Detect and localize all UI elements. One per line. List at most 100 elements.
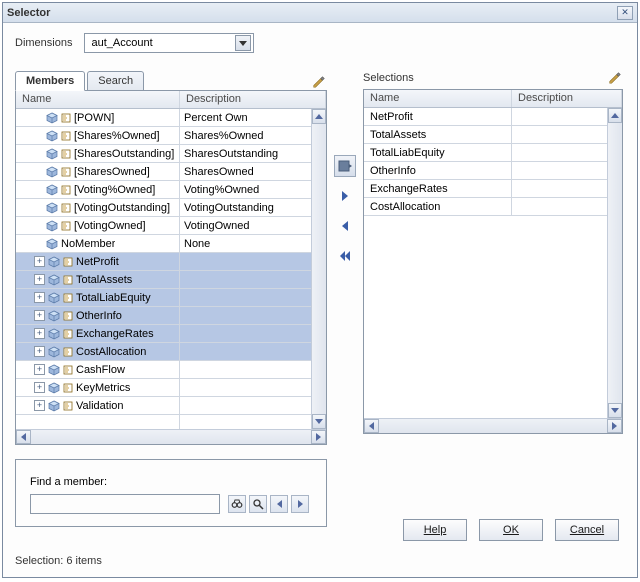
table-row[interactable]: [VotingOwned]VotingOwned <box>16 217 326 235</box>
help-button[interactable]: Help <box>403 519 467 541</box>
dimensions-select[interactable]: aut_Account <box>84 33 254 53</box>
member-name-text: ExchangeRates <box>76 328 154 340</box>
member-note-icon <box>61 221 71 231</box>
scroll-down-button[interactable] <box>608 403 622 418</box>
expand-icon[interactable]: + <box>34 292 45 303</box>
table-row[interactable]: CostAllocation <box>364 198 622 216</box>
member-desc-cell: SharesOwned <box>180 163 326 180</box>
table-row[interactable]: NetProfit <box>364 108 622 126</box>
selections-header-name[interactable]: Name <box>364 90 512 107</box>
member-cube-icon <box>46 202 58 214</box>
dimensions-dropdown-button[interactable] <box>235 35 251 51</box>
titlebar-title: Selector <box>7 7 617 19</box>
members-header-desc[interactable]: Description <box>180 91 326 108</box>
scroll-down-button[interactable] <box>312 414 326 429</box>
member-name-cell: [SharesOwned] <box>16 163 180 180</box>
expand-icon[interactable]: + <box>34 328 45 339</box>
member-name-cell: +Validation <box>16 397 180 414</box>
member-note-icon <box>63 293 73 303</box>
table-row[interactable]: NoMemberNone <box>16 235 326 253</box>
member-cube-icon <box>48 274 60 286</box>
member-desc-cell <box>180 397 326 414</box>
members-table-body[interactable]: [POWN]Percent Own[Shares%Owned]Shares%Ow… <box>16 109 326 429</box>
tab-members[interactable]: Members <box>15 71 85 91</box>
selections-header-desc[interactable]: Description <box>512 90 622 107</box>
cancel-button[interactable]: Cancel <box>555 519 619 541</box>
table-row[interactable]: TotalAssets <box>364 126 622 144</box>
expand-icon[interactable]: + <box>34 364 45 375</box>
move-left-button[interactable] <box>334 215 356 237</box>
find-next-button[interactable] <box>291 495 309 513</box>
table-row[interactable]: [Shares%Owned]Shares%Owned <box>16 127 326 145</box>
scroll-right-button[interactable] <box>607 419 622 433</box>
find-binoculars-button[interactable] <box>228 495 246 513</box>
find-prev-button[interactable] <box>270 495 288 513</box>
selections-table-body[interactable]: NetProfitTotalAssetsTotalLiabEquityOther… <box>364 108 622 418</box>
selections-horizontal-scrollbar[interactable] <box>364 418 622 433</box>
member-name-text: [SharesOwned] <box>74 166 150 178</box>
selections-options-icon[interactable] <box>607 70 623 86</box>
selections-vertical-scrollbar[interactable] <box>607 108 622 418</box>
member-name-text: [Shares%Owned] <box>74 130 160 142</box>
find-member-input[interactable] <box>30 494 220 514</box>
table-row[interactable]: +TotalAssets <box>16 271 326 289</box>
expand-icon[interactable]: + <box>34 310 45 321</box>
table-row[interactable]: OtherInfo <box>364 162 622 180</box>
chevron-down-icon <box>239 41 247 46</box>
table-row[interactable]: +OtherInfo <box>16 307 326 325</box>
scroll-right-button[interactable] <box>311 430 326 444</box>
table-row[interactable]: +TotalLiabEquity <box>16 289 326 307</box>
table-row[interactable]: + ExchangeRates <box>16 325 326 343</box>
table-row[interactable]: TotalLiabEquity <box>364 144 622 162</box>
table-row[interactable]: +Validation <box>16 397 326 415</box>
move-all-left-button[interactable] <box>334 245 356 267</box>
members-table: Name Description [POWN]Percent Own[Share… <box>15 90 327 445</box>
expand-icon[interactable]: + <box>34 256 45 267</box>
expand-icon[interactable]: + <box>34 382 45 393</box>
table-row[interactable]: [Voting%Owned] Voting%Owned <box>16 181 326 199</box>
member-cube-icon <box>48 400 60 412</box>
members-horizontal-scrollbar[interactable] <box>16 429 326 444</box>
member-desc-cell: Voting%Owned <box>180 181 326 198</box>
tab-search[interactable]: Search <box>87 71 144 90</box>
table-row[interactable]: [SharesOutstanding]SharesOutstanding <box>16 145 326 163</box>
scroll-up-button[interactable] <box>312 109 326 124</box>
table-row[interactable]: + CostAllocation <box>16 343 326 361</box>
tab-row: Members Search <box>15 67 327 90</box>
member-note-icon <box>63 365 73 375</box>
find-magnifier-button[interactable] <box>249 495 267 513</box>
members-header-name[interactable]: Name <box>16 91 180 108</box>
table-row[interactable]: [SharesOwned] SharesOwned <box>16 163 326 181</box>
expand-icon[interactable]: + <box>34 400 45 411</box>
table-row[interactable]: [POWN]Percent Own <box>16 109 326 127</box>
table-row[interactable]: ExchangeRates <box>364 180 622 198</box>
members-options-icon[interactable] <box>311 74 327 90</box>
table-row[interactable]: +CashFlow <box>16 361 326 379</box>
member-name-text: [Voting%Owned] <box>74 184 155 196</box>
members-vertical-scrollbar[interactable] <box>311 109 326 429</box>
table-row[interactable]: [VotingOutstanding]VotingOutstanding <box>16 199 326 217</box>
selections-table: Name Description NetProfitTotalAssetsTot… <box>363 89 623 434</box>
table-row[interactable]: +NetProfit <box>16 253 326 271</box>
scroll-up-button[interactable] <box>608 108 622 123</box>
chevron-left-icon <box>277 500 282 508</box>
member-cube-icon <box>48 346 60 358</box>
member-cube-icon <box>48 310 60 322</box>
member-cube-icon <box>48 364 60 376</box>
scroll-left-button[interactable] <box>364 419 379 433</box>
scroll-left-button[interactable] <box>16 430 31 444</box>
member-note-icon <box>61 131 71 141</box>
member-name-text: CostAllocation <box>76 346 146 358</box>
member-desc-cell <box>180 307 326 324</box>
table-row[interactable]: +KeyMetrics <box>16 379 326 397</box>
close-button[interactable]: ✕ <box>617 6 633 20</box>
ok-button[interactable]: OK <box>479 519 543 541</box>
chevron-right-icon <box>298 500 303 508</box>
expand-icon[interactable]: + <box>34 274 45 285</box>
move-right-button[interactable] <box>334 185 356 207</box>
add-selection-button[interactable] <box>334 155 356 177</box>
member-desc-cell <box>180 361 326 378</box>
expand-icon[interactable]: + <box>34 346 45 357</box>
table-row[interactable] <box>16 415 326 429</box>
member-cube-icon <box>48 292 60 304</box>
